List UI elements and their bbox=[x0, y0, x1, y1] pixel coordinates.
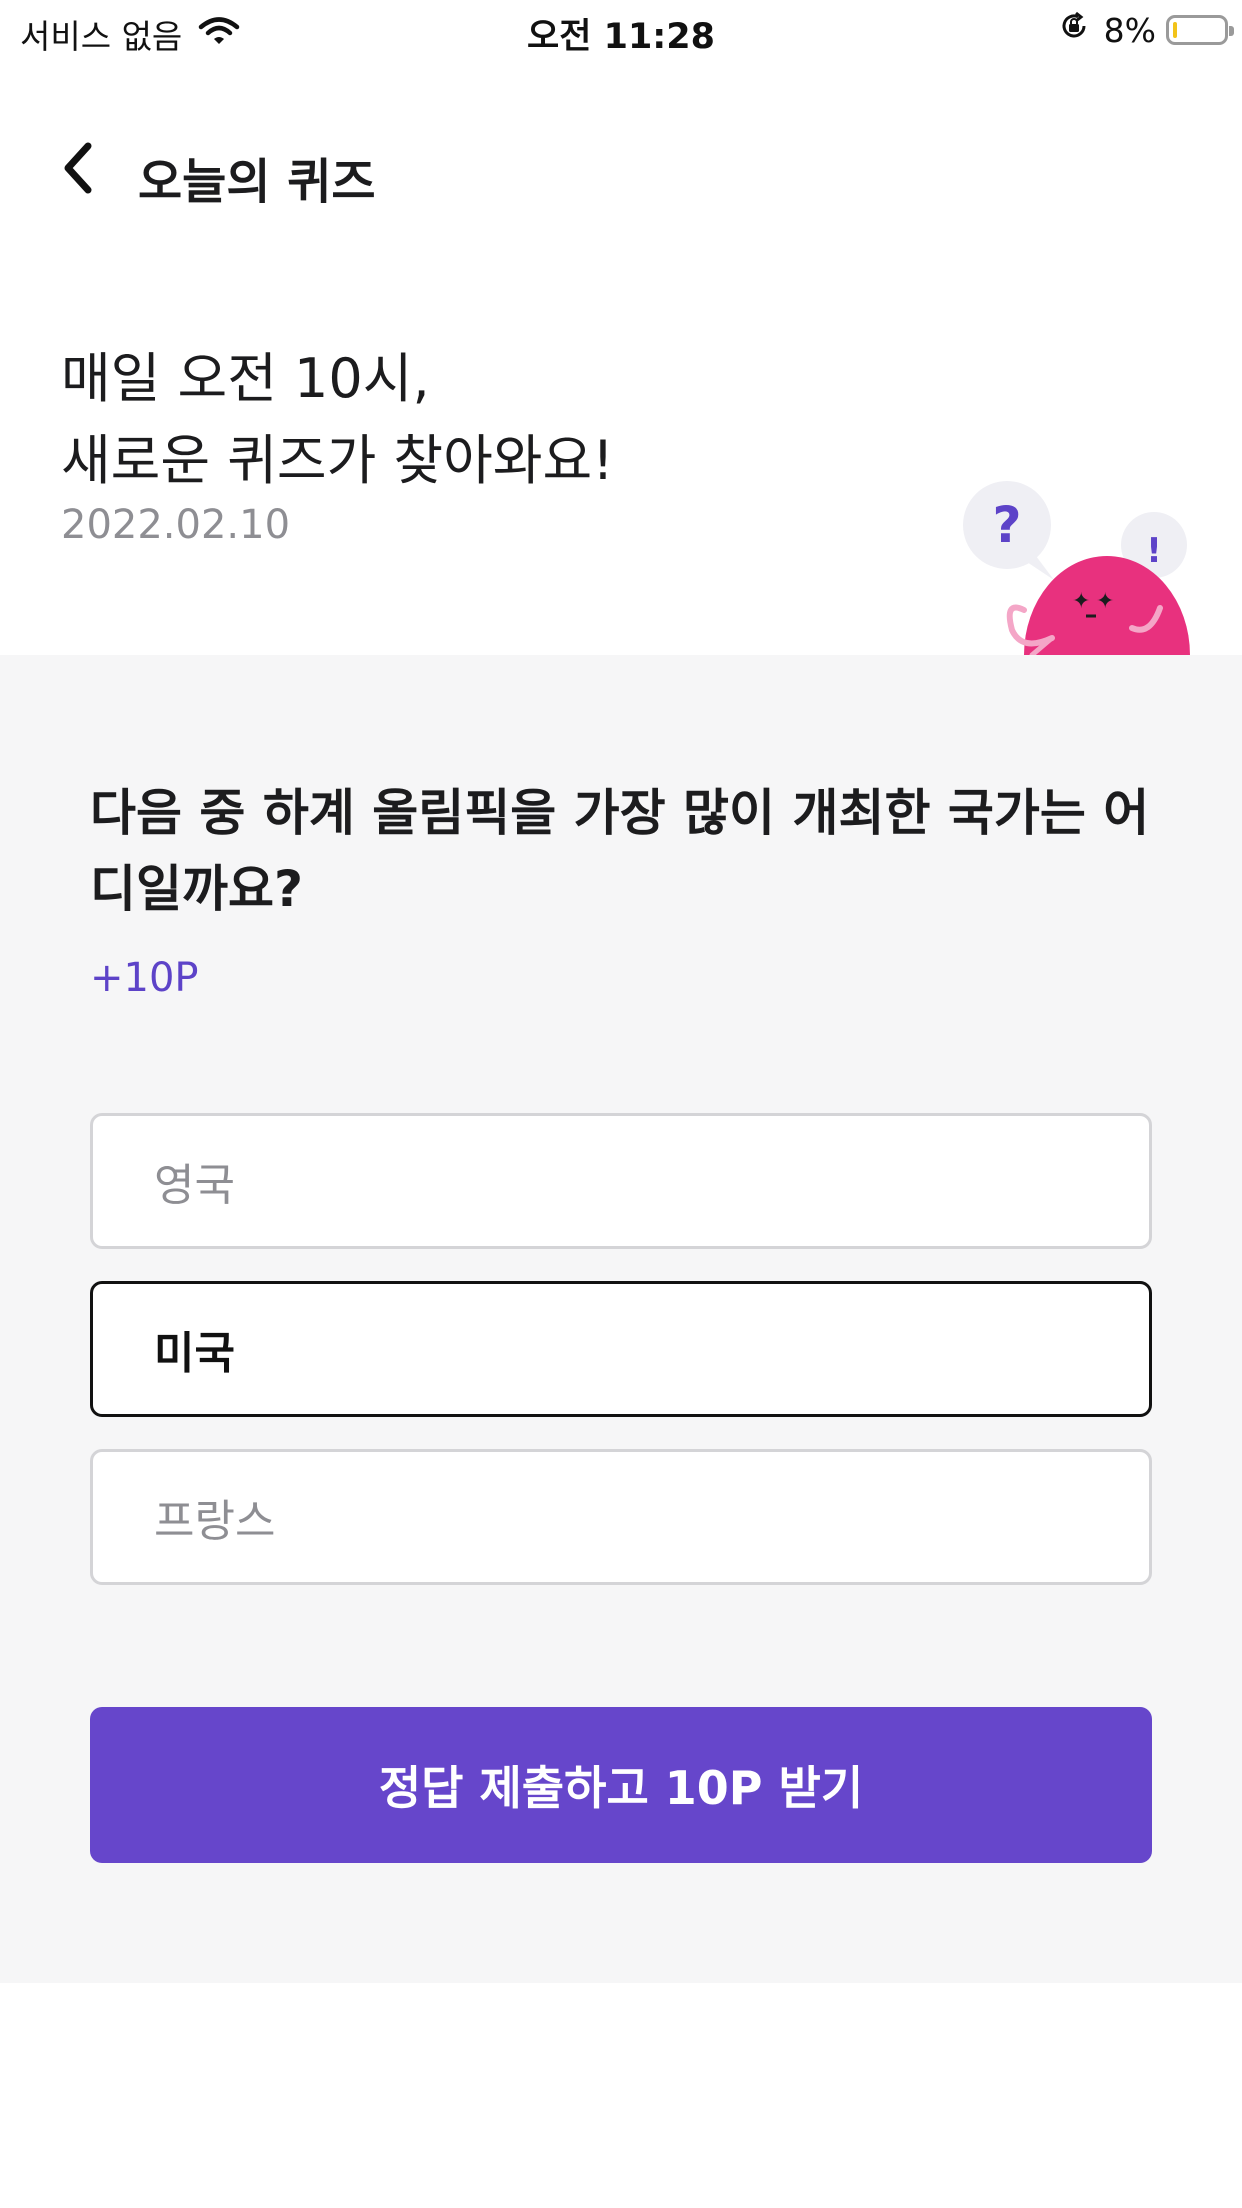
chevron-left-icon bbox=[64, 142, 92, 194]
page-title: 오늘의 퀴즈 bbox=[138, 154, 376, 210]
svg-text:!: ! bbox=[1146, 531, 1162, 571]
nav-bar: 오늘의 퀴즈 bbox=[0, 120, 1242, 220]
quiz-question: 다음 중 하계 올림픽을 가장 많이 개최한 국가는 어디일까요? bbox=[90, 784, 1150, 918]
status-time: 오전 11:28 bbox=[527, 17, 715, 57]
rotation-lock-icon bbox=[1058, 10, 1090, 50]
hero-headline-line1: 매일 오전 10시, bbox=[61, 347, 430, 410]
back-button[interactable] bbox=[48, 138, 108, 198]
battery-fill bbox=[1173, 22, 1177, 38]
hero-headline-line2: 새로운 퀴즈가 찾아와요! bbox=[61, 429, 614, 492]
answer-option-usa[interactable]: 미국 bbox=[90, 1281, 1152, 1417]
hero-section: 매일 오전 10시, 새로운 퀴즈가 찾아와요! 2022.02.10 ? ! … bbox=[0, 320, 1242, 655]
status-bar: 서비스 없음 오전 11:28 8% bbox=[0, 0, 1242, 62]
quiz-date: 2022.02.10 bbox=[61, 502, 291, 548]
answer-option-label: 영국 bbox=[154, 1160, 235, 1211]
status-right: 8% bbox=[1058, 10, 1234, 50]
points-reward: +10P bbox=[90, 955, 199, 1001]
battery-cap bbox=[1229, 26, 1234, 36]
quiz-panel: 다음 중 하계 올림픽을 가장 많이 개최한 국가는 어디일까요? +10P 영… bbox=[0, 655, 1242, 1983]
submit-button-label: 정답 제출하고 10P 받기 bbox=[378, 1761, 864, 1815]
battery-icon bbox=[1166, 15, 1234, 45]
answer-option-label: 프랑스 bbox=[154, 1496, 276, 1547]
svg-text:✦: ✦ bbox=[1072, 589, 1090, 614]
svg-text:✦: ✦ bbox=[1096, 589, 1114, 614]
answer-option-france[interactable]: 프랑스 bbox=[90, 1449, 1152, 1585]
answer-option-uk[interactable]: 영국 bbox=[90, 1113, 1152, 1249]
answer-option-label: 미국 bbox=[154, 1328, 235, 1379]
submit-answer-button[interactable]: 정답 제출하고 10P 받기 bbox=[90, 1707, 1152, 1863]
battery-percent: 8% bbox=[1103, 10, 1156, 50]
answer-options: 영국 미국 프랑스 bbox=[90, 1113, 1152, 1617]
mascot-illustration: ? ! ✦ ✦ bbox=[962, 480, 1202, 655]
svg-text:?: ? bbox=[992, 496, 1021, 554]
